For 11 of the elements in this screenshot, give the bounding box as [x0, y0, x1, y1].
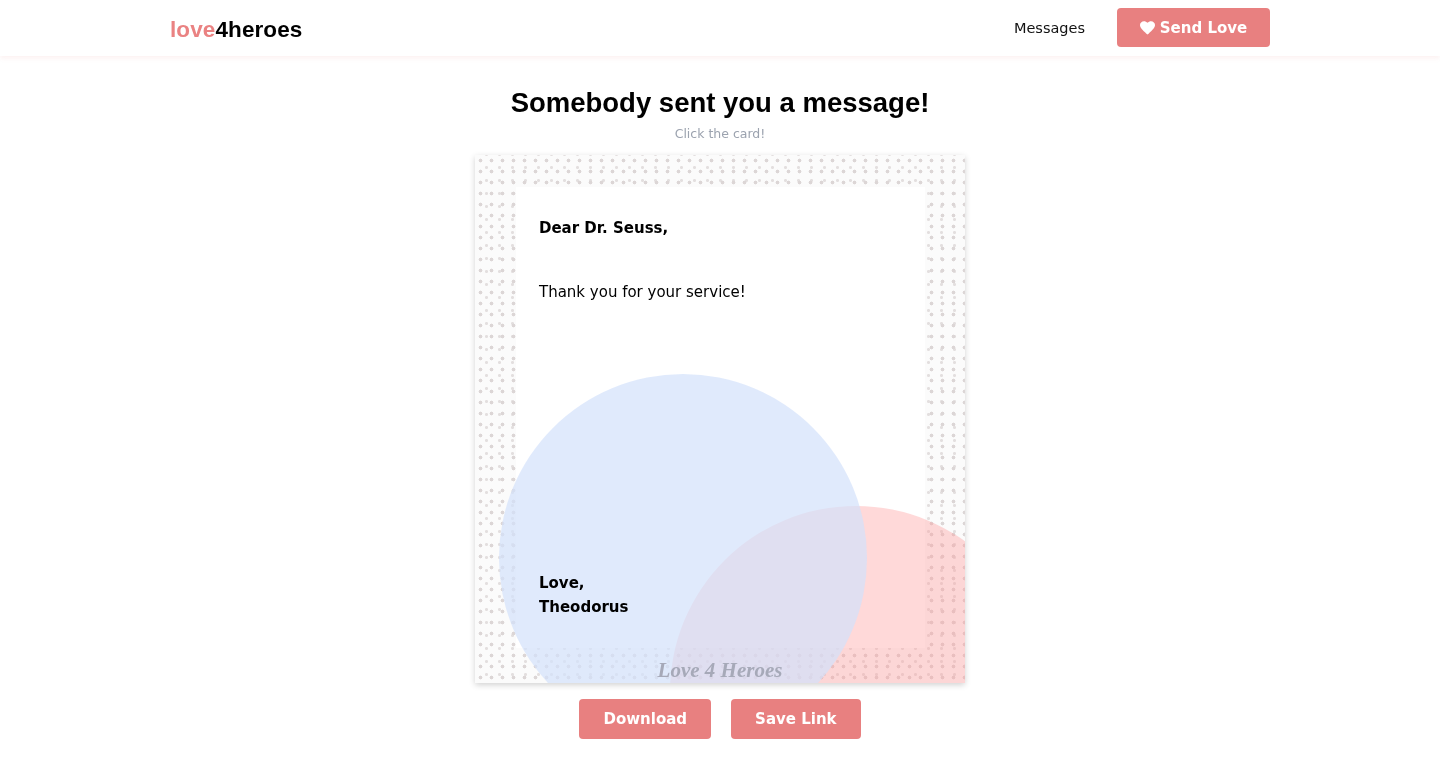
brand-mark: Love 4 Heroes: [657, 657, 783, 683]
heart-icon: [1139, 20, 1155, 35]
message-text: Thank you for your service!: [539, 282, 746, 303]
nav-link[interactable]: Messages: [1013, 20, 1085, 36]
page-title: Somebody sent you a message!: [510, 86, 930, 120]
closing: Love,: [539, 573, 585, 594]
logo[interactable]: love4heroes: [170, 17, 303, 43]
signature: Theodorus: [539, 597, 629, 618]
subtitle: Click the card!: [674, 125, 766, 143]
message-card[interactable]: Dear Dr. Seuss, Thank you for your service! Love, Theodorus Love 4 Heroes: [475, 155, 965, 683]
greeting: Dear Dr. Seuss,: [539, 218, 669, 239]
